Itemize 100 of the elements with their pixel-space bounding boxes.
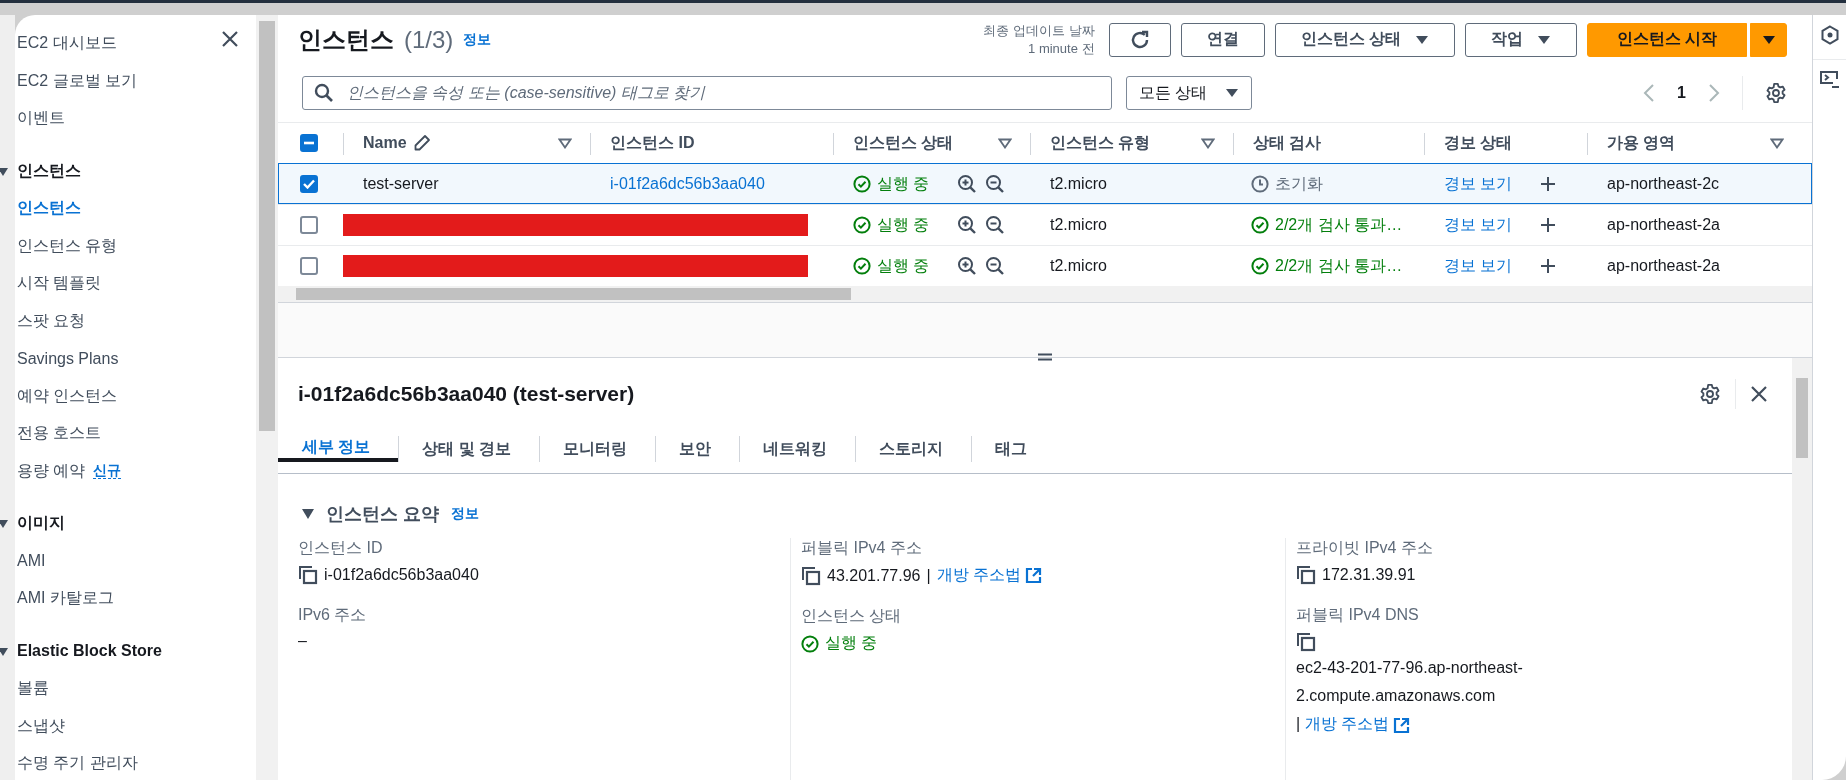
view-alarms-link[interactable]: 경보 보기 <box>1444 173 1513 195</box>
copy-icon[interactable] <box>1296 632 1316 652</box>
tab[interactable]: 스토리지 <box>855 439 972 460</box>
sidebar-item[interactable]: 볼륨 <box>17 678 49 700</box>
sidebar-item[interactable]: 스팟 요청 <box>17 310 86 332</box>
page-number[interactable]: 1 <box>1677 84 1686 102</box>
tab[interactable]: 네트워킹 <box>739 439 856 460</box>
filter-icon[interactable] <box>1770 137 1784 149</box>
status-check-text: 초기화 <box>1275 173 1323 194</box>
caret-down-icon[interactable] <box>0 167 8 176</box>
close-icon[interactable] <box>221 30 239 48</box>
sidebar-item[interactable]: 수명 주기 관리자 <box>17 753 138 775</box>
checkbox[interactable] <box>300 175 318 193</box>
sidebar-item[interactable]: 인스턴스 <box>17 198 81 220</box>
plus-icon[interactable] <box>1540 258 1557 274</box>
field-label: 인스턴스 ID <box>298 538 384 558</box>
sidebar-item[interactable]: EC2 글로벌 보기 <box>17 70 137 92</box>
tab[interactable]: 모니터링 <box>539 439 656 460</box>
sidebar-item[interactable]: 인스턴스 유형 <box>17 235 118 257</box>
filter-icon[interactable] <box>998 137 1012 149</box>
settings-icon[interactable] <box>1765 82 1787 104</box>
column-header[interactable]: 상태 검사 <box>1253 132 1322 154</box>
clock-icon <box>1251 175 1269 193</box>
table-cell: test-server <box>363 175 439 193</box>
caret-down-icon[interactable] <box>0 647 8 656</box>
view-alarms-link[interactable]: 경보 보기 <box>1444 255 1513 277</box>
sidebar-item[interactable]: 시작 템플릿 <box>17 273 102 295</box>
caret-down-icon[interactable] <box>302 509 314 519</box>
copy-icon[interactable] <box>1296 565 1316 585</box>
settings-icon[interactable] <box>1699 383 1721 405</box>
column-header[interactable]: 가용 영역 <box>1607 132 1676 154</box>
search-field[interactable]: 인스턴스을 속성 또는 (case-sensitive) 태그로 찾기 <box>302 76 1112 110</box>
zoom-out-icon[interactable] <box>985 215 1006 235</box>
table-cell: ap-northeast-2a <box>1607 216 1720 234</box>
filter-icon[interactable] <box>1201 137 1215 149</box>
sidebar-item[interactable]: AMI 카탈로그 <box>17 588 114 610</box>
column-header[interactable]: Name <box>363 134 407 152</box>
selection-count: (1/3) <box>404 25 454 54</box>
checkbox[interactable] <box>300 134 318 152</box>
instance-id-link[interactable]: i-01f2a6dc56b3aa040 <box>610 175 765 193</box>
column-header[interactable]: 인스턴스 유형 <box>1050 132 1151 154</box>
sidebar-section-title: 이미지 <box>17 513 65 534</box>
zoom-out-icon[interactable] <box>985 174 1006 194</box>
tab[interactable]: 태그 <box>971 439 1056 460</box>
checkbox[interactable] <box>300 257 318 275</box>
view-alarms-link[interactable]: 경보 보기 <box>1444 214 1513 236</box>
column-header[interactable]: 인스턴스 상태 <box>853 132 954 154</box>
scrollbar[interactable] <box>1792 358 1812 780</box>
launch-instance-button[interactable]: 인스턴스 시작 <box>1587 22 1747 57</box>
copy-icon[interactable] <box>801 565 821 586</box>
refresh-button[interactable] <box>1108 22 1171 57</box>
zoom-out-icon[interactable] <box>985 256 1006 276</box>
sidebar-item[interactable]: 이벤트 <box>17 108 65 130</box>
column-header[interactable]: 경보 상태 <box>1444 132 1513 154</box>
column-header[interactable]: 인스턴스 ID <box>610 132 695 154</box>
tab[interactable]: 보안 <box>655 439 740 460</box>
copy-icon[interactable] <box>298 565 318 585</box>
state-filter-dropdown[interactable]: 모든 상태 <box>1126 76 1253 110</box>
launch-dropdown-button[interactable] <box>1750 22 1787 57</box>
sidebar-item[interactable]: EC2 대시보드 <box>17 33 117 55</box>
close-icon[interactable] <box>1750 385 1768 403</box>
table-cell: t2.micro <box>1050 257 1107 275</box>
zoom-in-icon[interactable] <box>957 215 978 235</box>
external-link-icon[interactable] <box>1025 567 1043 584</box>
dropdown-button[interactable]: 작업 <box>1465 22 1577 57</box>
info-link[interactable]: 정보 <box>463 30 492 49</box>
filter-icon[interactable] <box>558 137 572 149</box>
zoom-in-icon[interactable] <box>957 256 978 276</box>
tab[interactable]: 상태 및 경보 <box>398 439 540 460</box>
dropdown-button[interactable]: 인스턴스 상태 <box>1274 22 1455 57</box>
connect-button[interactable]: 연결 <box>1180 22 1265 57</box>
sidebar-item[interactable]: Savings Plans <box>17 349 119 368</box>
field-label: 퍼블릭 IPv4 DNS <box>1296 605 1420 625</box>
sidebar-item[interactable]: 전용 호스트 <box>17 423 102 445</box>
table-cell: ap-northeast-2c <box>1607 175 1720 193</box>
last-updated-time: 1 minute 전 <box>1028 39 1095 58</box>
sidebar-item[interactable]: AMI <box>17 552 46 571</box>
open-address-link[interactable]: 개방 주소법 <box>1304 710 1390 738</box>
terminal-icon[interactable] <box>1818 70 1841 90</box>
scrollbar[interactable] <box>256 15 278 780</box>
tab[interactable]: 세부 정보 <box>278 437 399 462</box>
field-label: 퍼블릭 IPv4 주소 <box>801 538 923 558</box>
checkbox[interactable] <box>300 216 318 234</box>
sidebar-item[interactable]: 용량 예약 <box>17 460 86 482</box>
info-link[interactable]: 정보 <box>451 505 479 523</box>
caret-down-icon[interactable] <box>0 520 8 528</box>
hexagon-icon[interactable] <box>1819 25 1840 45</box>
open-address-link[interactable]: 개방 주소법 <box>936 565 1022 586</box>
zoom-in-icon[interactable] <box>957 174 978 194</box>
sidebar-item[interactable]: 스냅샷 <box>17 715 65 737</box>
sidebar-item[interactable]: 예약 인스턴스 <box>17 385 118 407</box>
scrollbar[interactable] <box>278 286 1812 303</box>
pencil-icon[interactable] <box>412 134 431 152</box>
plus-icon[interactable] <box>1540 217 1557 233</box>
external-link-icon[interactable] <box>1393 716 1411 734</box>
new-badge[interactable]: 신규 <box>93 463 122 480</box>
plus-icon[interactable] <box>1540 176 1557 192</box>
sidebar-section-title: Elastic Block Store <box>17 642 162 661</box>
dash-icon <box>304 141 314 145</box>
drag-handle-icon[interactable] <box>1037 353 1053 361</box>
